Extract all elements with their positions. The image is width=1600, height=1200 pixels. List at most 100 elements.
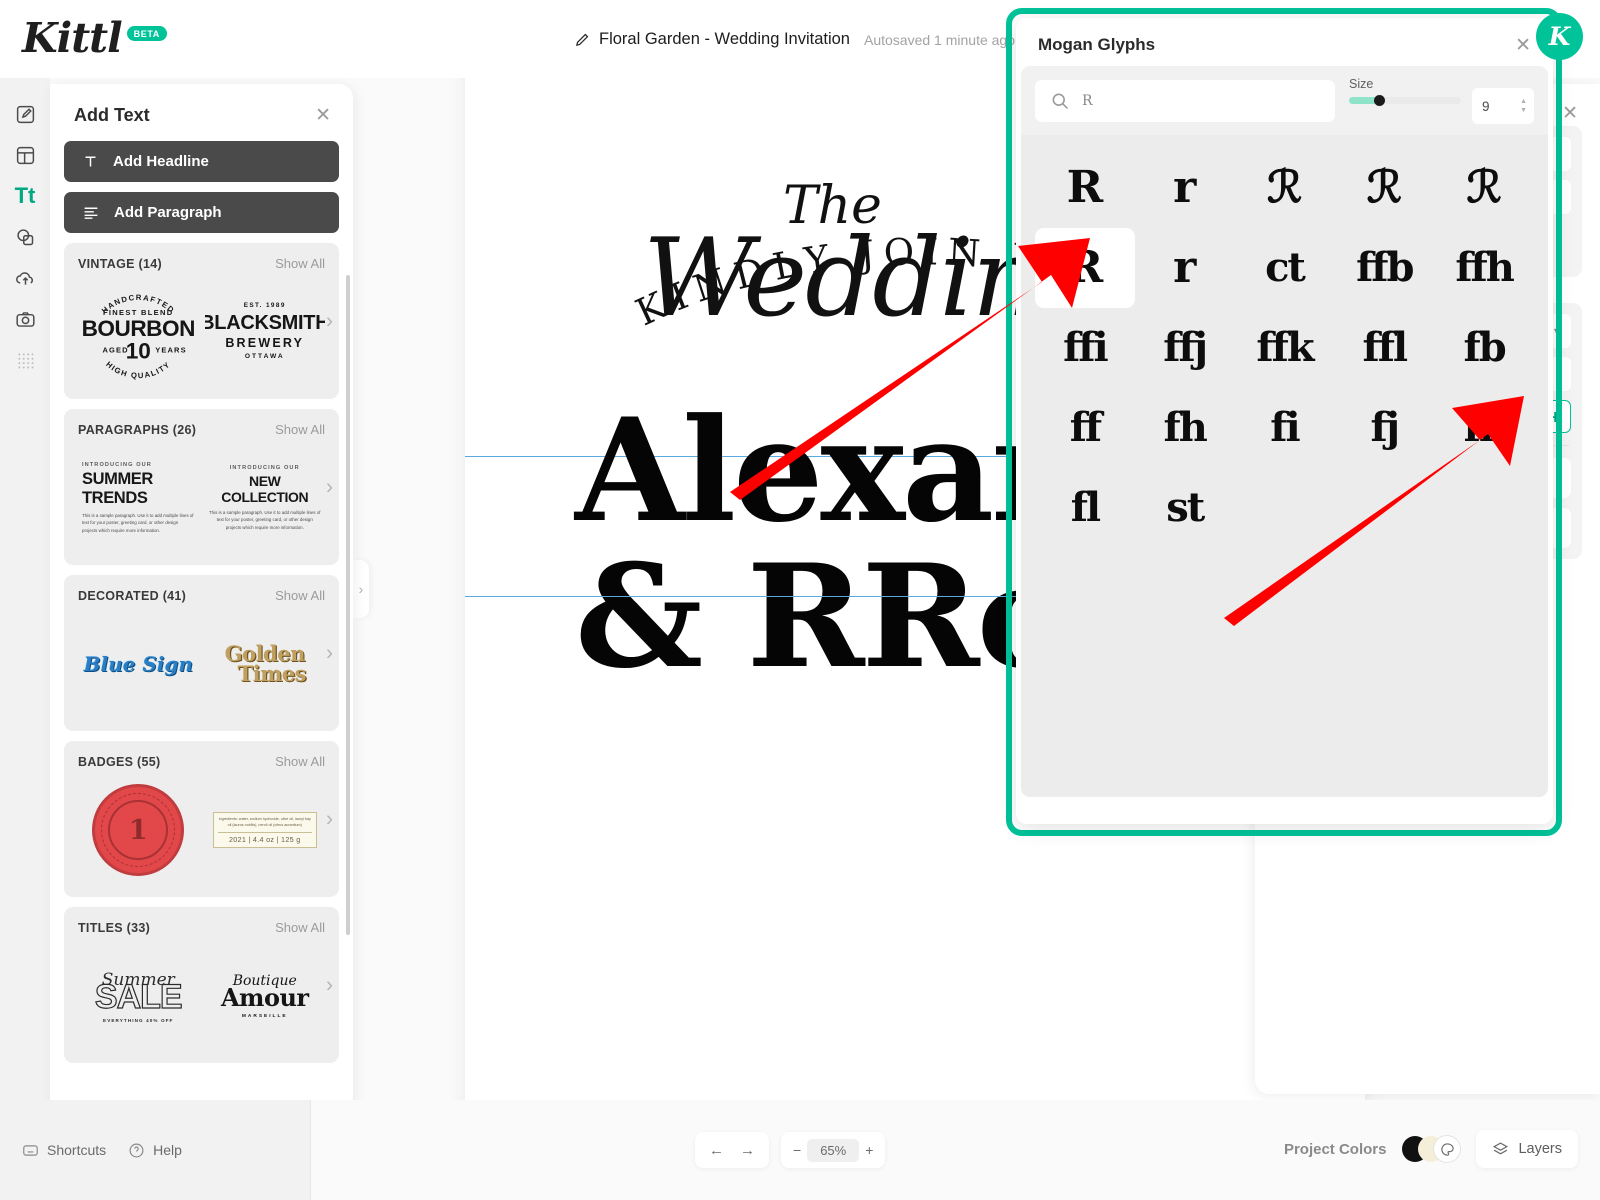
- panel-collapse-handle[interactable]: ›: [353, 560, 369, 618]
- template-thumb-summer-trends[interactable]: INTRODUCING OUR SUMMER TRENDS This is a …: [78, 445, 199, 551]
- add-paragraph-button[interactable]: Add Paragraph: [64, 192, 339, 233]
- autosave-status: Autosaved 1 minute ago: [864, 31, 1015, 48]
- show-all-link[interactable]: Show All: [275, 920, 325, 935]
- glyph-cell[interactable]: R: [1035, 148, 1135, 228]
- summer-body: This is a sample paragraph. Use it to ad…: [82, 513, 194, 533]
- template-thumb-golden-times[interactable]: Golden Times: [205, 611, 326, 717]
- zoom-controls: − 65% +: [781, 1132, 886, 1168]
- glyph-cell[interactable]: r: [1135, 228, 1235, 308]
- glyph-cell[interactable]: ct: [1235, 228, 1335, 308]
- document-title[interactable]: Floral Garden - Wedding Invitation: [599, 30, 850, 49]
- template-thumb-new-collection[interactable]: INTRODUCING OUR NEW COLLECTION This is a…: [205, 445, 326, 551]
- shortcuts-button[interactable]: Shortcuts: [22, 1142, 106, 1159]
- show-all-link[interactable]: Show All: [275, 588, 325, 603]
- palette-icon[interactable]: [1434, 1136, 1461, 1162]
- glyph-cell[interactable]: ff: [1035, 388, 1135, 468]
- glyph-cell[interactable]: ffj: [1135, 308, 1235, 388]
- section-paragraphs: PARAGRAPHS (26) Show All INTRODUCING OUR…: [64, 409, 339, 565]
- grid-dots-icon: [17, 352, 33, 368]
- glyph-cell[interactable]: fb: [1434, 308, 1534, 388]
- glyph-search-input[interactable]: R: [1035, 79, 1335, 122]
- beta-badge: BETA: [126, 26, 167, 41]
- panel-scrollbar[interactable]: [346, 275, 350, 935]
- section-thumbs: Summer SALE EVERYTHING 40% OFF Boutique …: [78, 941, 333, 1051]
- document-title-group[interactable]: Floral Garden - Wedding Invitation Autos…: [574, 30, 1015, 49]
- golden-word2: Times: [237, 661, 306, 686]
- size-value-field[interactable]: 9 ▲ ▼: [1472, 88, 1534, 124]
- sale-script: Summer: [101, 969, 175, 990]
- layers-label: Layers: [1518, 1141, 1562, 1157]
- section-title: TITLES (33): [78, 920, 151, 935]
- bottom-bar: Shortcuts Help ← → − 65% + Project Color…: [0, 1100, 1600, 1200]
- template-thumb-boutique-amour[interactable]: Boutique Amour MARSEILLE: [205, 943, 326, 1049]
- glyph-cell[interactable]: st: [1135, 468, 1235, 548]
- help-button[interactable]: Help: [128, 1142, 182, 1159]
- zoom-out-button[interactable]: −: [793, 1142, 801, 1158]
- avatar[interactable]: K: [1536, 13, 1583, 60]
- undo-arrow-icon[interactable]: ←: [709, 1142, 724, 1159]
- template-thumb-bourbon[interactable]: HANDCRAFTED HIGH QUALITY FINEST BLEND BO…: [78, 279, 199, 385]
- blacksmith-line3: OTTAWA: [244, 353, 285, 361]
- glyph-cell[interactable]: ffk: [1235, 308, 1335, 388]
- redo-arrow-icon[interactable]: →: [740, 1142, 755, 1159]
- stepper-icon[interactable]: ▲▼: [1520, 98, 1527, 114]
- rail-item-elements[interactable]: [3, 217, 47, 257]
- blacksmith-est: EST. 1989: [243, 302, 286, 310]
- rail-item-grid[interactable]: [3, 340, 47, 380]
- amour-word: Amour: [220, 983, 309, 1012]
- glyph-cell[interactable]: R: [1035, 228, 1135, 308]
- glyph-cell[interactable]: r: [1135, 148, 1235, 228]
- section-thumbs: 1 Ingredients: water, sodium hydroxide, …: [78, 775, 333, 885]
- size-slider[interactable]: [1349, 95, 1461, 106]
- rail-item-photos[interactable]: [3, 299, 47, 339]
- glyph-cell[interactable]: fi: [1235, 388, 1335, 468]
- section-thumbs: Blue Sign Golden Times ›: [78, 609, 333, 719]
- section-next-arrow[interactable]: ›: [326, 643, 333, 664]
- template-thumb-ingredients-label[interactable]: Ingredients: water, sodium hydroxide, ol…: [205, 777, 326, 883]
- glyph-cell[interactable]: ffi: [1035, 308, 1135, 388]
- section-next-arrow[interactable]: ›: [326, 311, 333, 332]
- close-icon[interactable]: ✕: [315, 106, 331, 125]
- template-thumb-wilson-seal[interactable]: 1: [78, 777, 199, 883]
- show-all-link[interactable]: Show All: [275, 256, 325, 271]
- show-all-link[interactable]: Show All: [275, 754, 325, 769]
- section-next-arrow[interactable]: ›: [326, 477, 333, 498]
- bottom-right-group: Project Colors Layers: [1284, 1130, 1578, 1168]
- help-label: Help: [153, 1142, 182, 1158]
- zoom-value[interactable]: 65%: [807, 1138, 860, 1162]
- rail-item-edit[interactable]: [3, 94, 47, 134]
- template-thumb-blue-sign[interactable]: Blue Sign: [78, 611, 199, 717]
- template-thumb-summer-sale[interactable]: Summer SALE EVERYTHING 40% OFF: [78, 943, 199, 1049]
- project-colors-label: Project Colors: [1283, 1140, 1387, 1158]
- shortcuts-label: Shortcuts: [47, 1142, 107, 1158]
- keyboard-icon: [23, 1144, 38, 1156]
- glyph-cell[interactable]: fl: [1035, 468, 1135, 548]
- glyph-cell[interactable]: ffh: [1434, 228, 1534, 308]
- glyph-cell[interactable]: fk: [1434, 388, 1534, 468]
- glyph-cell[interactable]: ffl: [1334, 308, 1434, 388]
- project-color-swatches[interactable]: [1402, 1136, 1461, 1162]
- glyph-cell[interactable]: ffb: [1334, 228, 1434, 308]
- glyph-cell[interactable]: fh: [1135, 388, 1235, 468]
- kittl-logo[interactable]: Kittl BETA: [22, 14, 167, 62]
- glyph-cell[interactable]: ℛ: [1434, 148, 1534, 228]
- glyph-cell[interactable]: fj: [1334, 388, 1434, 468]
- size-slider-knob[interactable]: [1374, 95, 1386, 106]
- layers-button[interactable]: Layers: [1476, 1130, 1578, 1168]
- zoom-in-button[interactable]: +: [865, 1142, 873, 1158]
- properties-close-icon[interactable]: ✕: [1562, 102, 1578, 125]
- add-text-panel-body: Add Headline Add Paragraph VINTAGE (14) …: [50, 135, 353, 1105]
- rail-item-upload[interactable]: [3, 258, 47, 298]
- rail-item-templates[interactable]: [3, 135, 47, 175]
- glyph-cell[interactable]: ℛ: [1235, 148, 1335, 228]
- section-next-arrow[interactable]: ›: [326, 975, 333, 996]
- section-title: BADGES (55): [78, 754, 161, 769]
- glyph-cell[interactable]: ℛ: [1334, 148, 1434, 228]
- template-thumb-blacksmith[interactable]: EST. 1989 BLACKSMITH BREWERY OTTAWA: [205, 279, 326, 385]
- show-all-link[interactable]: Show All: [275, 422, 325, 437]
- rail-item-text[interactable]: Tt: [3, 176, 47, 216]
- add-headline-button[interactable]: Add Headline: [64, 141, 339, 182]
- close-icon[interactable]: ✕: [1515, 36, 1531, 55]
- kittl-editor-app: Kittl BETA Floral Garden - Wedding Invit…: [0, 0, 1600, 1200]
- section-next-arrow[interactable]: ›: [326, 809, 333, 830]
